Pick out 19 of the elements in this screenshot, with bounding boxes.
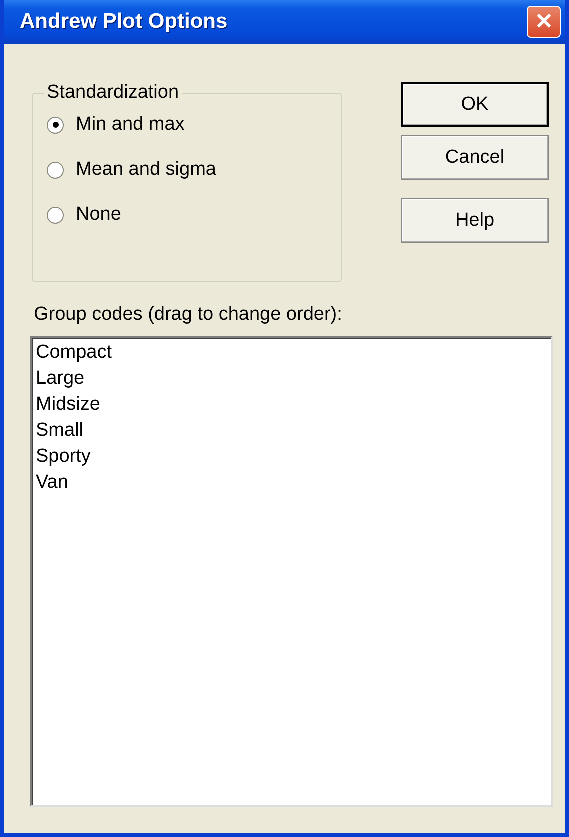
radio-button[interactable] <box>47 116 64 134</box>
list-item[interactable]: Compact <box>36 340 547 366</box>
radio-label[interactable]: Min and max <box>76 114 185 136</box>
dialog-button[interactable]: Cancel <box>401 135 549 180</box>
group-title: Standardization <box>46 82 180 104</box>
window-title: Andrew Plot Options <box>20 10 228 34</box>
dialog-button[interactable]: Help <box>401 198 549 243</box>
list-item[interactable]: Small <box>36 418 547 444</box>
radio-label[interactable]: None <box>76 204 122 226</box>
radio-button[interactable] <box>47 162 64 178</box>
group-codes-list[interactable]: Compact Large Midsize Small Sporty Van <box>30 336 553 807</box>
list-label: Group codes (drag to change order): <box>34 304 344 326</box>
list-item[interactable]: Van <box>36 470 547 496</box>
list-item[interactable]: Large <box>36 366 547 392</box>
dialog-button[interactable]: OK <box>401 82 549 127</box>
list-item[interactable]: Midsize <box>36 392 547 418</box>
list-item[interactable]: Sporty <box>36 444 547 470</box>
radio-button[interactable] <box>47 206 64 224</box>
radio-label[interactable]: Mean and sigma <box>76 159 216 181</box>
